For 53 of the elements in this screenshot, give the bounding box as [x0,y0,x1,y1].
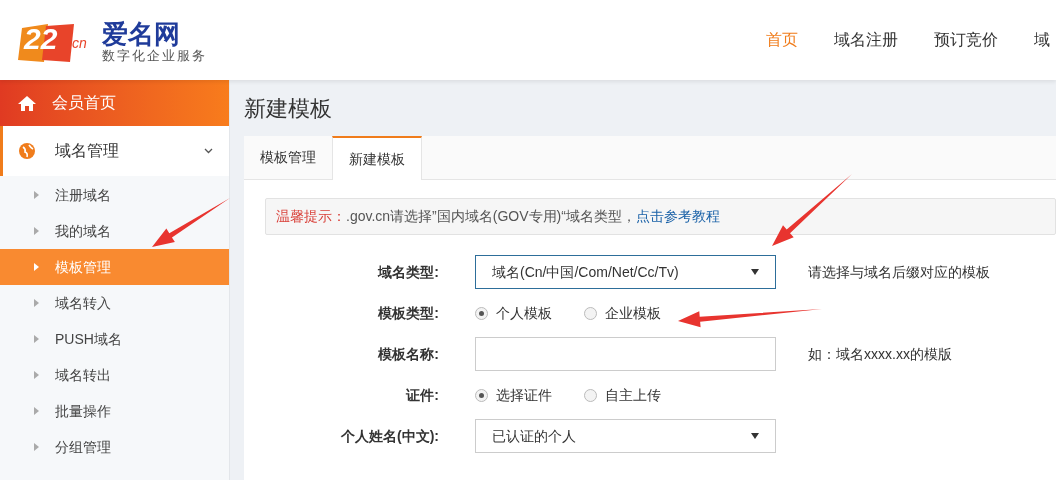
page-title: 新建模板 [244,94,333,123]
caret-icon [34,335,39,343]
sidebar-item[interactable]: 域名转出 [0,357,229,393]
radio-option[interactable]: 企业模板 [584,302,661,324]
notice-text: .gov.cn请选择”国内域名(GOV专用)“域名类型， [346,207,636,226]
field-hint: 请选择与域名后缀对应的模板 [808,262,990,282]
logo-name: 爱名网 [102,21,181,47]
caret-icon [34,299,39,307]
sidebar-item[interactable]: 注册域名 [0,177,229,213]
field-label: 模板名称: [377,344,440,364]
logo-tagline: 数字化企业服务 [102,49,207,62]
sidebar-home-item[interactable]: 会员首页 [0,80,229,126]
sidebar-item[interactable]: 分组管理 [0,429,229,465]
sidebar-group-header[interactable]: 域名管理 [0,126,229,176]
select-field[interactable]: 已认证的个人 [475,419,776,453]
input-field[interactable] [475,337,776,371]
caret-icon [34,371,39,379]
dropdown-arrow-icon [751,269,759,275]
select-field[interactable]: 域名(Cn/中国/Com/Net/Cc/Tv) [475,255,776,289]
field-label: 域名类型: [376,262,440,282]
radio-option[interactable]: 个人模板 [475,302,552,324]
nav-link[interactable]: 域 [1034,28,1050,52]
field-label: 证件: [405,385,440,405]
chevron-down-icon [204,148,213,154]
notice-prefix: 温馨提示： [276,207,346,226]
tab[interactable]: 模板管理 [244,136,332,179]
caret-icon [34,191,39,199]
sidebar-item[interactable]: 我的域名 [0,213,229,249]
field-hint: 如：域名xxxx.xx的模版 [808,344,952,364]
field-label: 个人姓名(中文): [340,426,440,446]
radio-button[interactable] [584,306,597,320]
logo-mark: 22 [24,24,58,54]
sidebar-item[interactable]: 域名转入 [0,285,229,321]
home-icon [18,95,36,111]
caret-icon [34,443,39,451]
radio-option[interactable]: 自主上传 [584,384,661,406]
nav-link[interactable]: 预订竞价 [934,28,998,52]
radio-button[interactable] [475,306,488,320]
nav-link[interactable]: 域名注册 [834,28,898,52]
radio-button[interactable] [584,388,597,402]
radio-button[interactable] [475,388,488,402]
caret-icon [34,263,39,271]
radio-option[interactable]: 选择证件 [475,384,552,406]
globe-icon [19,143,35,159]
logo-suffix: cn [72,36,87,50]
tutorial-link[interactable]: 点击参考教程 [635,206,720,227]
caret-icon [34,407,39,415]
caret-icon [34,227,39,235]
field-label: 模板类型: [377,303,440,323]
sidebar-item[interactable]: PUSH域名 [0,321,229,357]
dropdown-arrow-icon [751,433,759,439]
sidebar-item[interactable]: 批量操作 [0,393,229,429]
tab[interactable]: 新建模板 [332,136,422,180]
